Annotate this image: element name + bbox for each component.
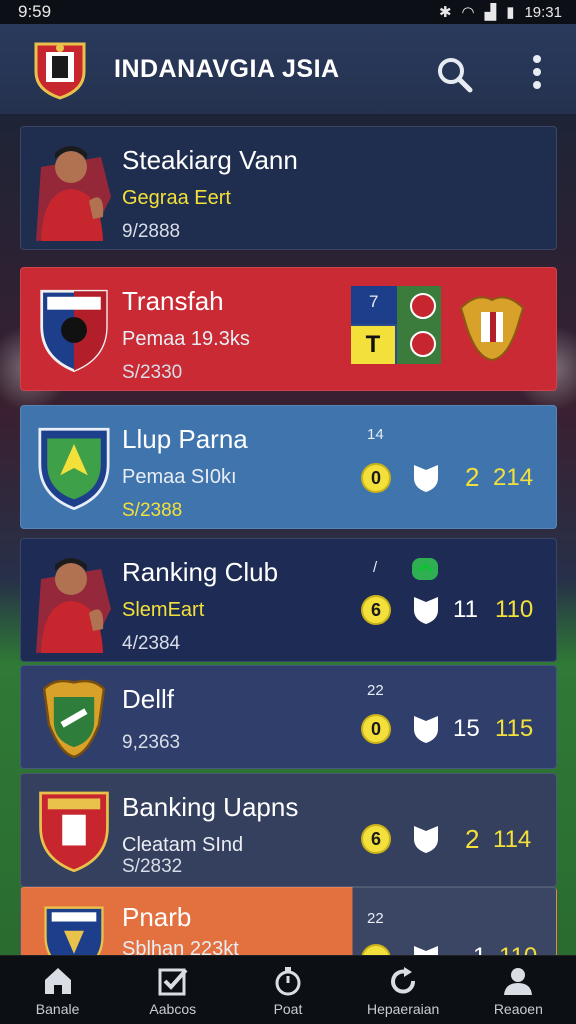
news-card-ranking[interactable]: Ranking Club SlemEart 4/2384 / 6 11 110	[20, 538, 557, 662]
bluetooth-icon: ✱	[438, 4, 452, 21]
app-bar: INDANAVGIA JSIA	[0, 24, 576, 116]
card-title: Steakiarg Vann	[122, 145, 298, 175]
profile-icon	[504, 967, 533, 995]
score-value: 15	[453, 715, 480, 742]
card-meta: S/2330	[122, 362, 183, 383]
card-subtitle: Cleatam SInd	[122, 834, 244, 856]
bottom-nav: Banale Aabcos Poat Hepaeraian Reaoen	[0, 955, 576, 1024]
battery-icon: ▮	[506, 4, 515, 21]
news-card-dellf[interactable]: Dellf 9,2363 22 0 15 115	[20, 665, 557, 769]
nav-item-profile[interactable]: Reaoen	[463, 964, 573, 1017]
nav-label: Banale	[35, 1000, 80, 1017]
nav-item-timer[interactable]: Poat	[233, 964, 343, 1017]
stopwatch-icon	[275, 966, 301, 995]
card-subtitle: SlemEart	[122, 599, 205, 621]
badge-letter: T	[351, 326, 395, 364]
card-subtitle: Pemaa 19.3ks	[122, 328, 250, 350]
green-badge-icon	[412, 558, 438, 580]
status-icons: ✱ ◠ ▟ ▮ 19:31	[438, 3, 562, 22]
card-title: Banking Uapns	[122, 792, 299, 822]
shield-icon	[414, 465, 438, 492]
card-small-label: /	[373, 559, 378, 576]
club-crest-icon	[40, 289, 108, 373]
status-bar: 9:59 ✱ ◠ ▟ ▮ 19:31	[0, 0, 576, 24]
club-badge-icon	[410, 331, 436, 357]
club-badge-icon	[410, 293, 436, 319]
score-coin: 0	[361, 463, 391, 493]
card-small-label: 14	[367, 426, 384, 443]
signal-icon: ▟	[484, 4, 497, 21]
nav-item-home[interactable]: Banale	[3, 964, 113, 1017]
badge-number: 7	[369, 292, 379, 311]
status-time-left: 9:59	[18, 2, 52, 21]
card-meta: 9,2363	[122, 732, 181, 753]
nav-label: Hepaeraian	[366, 1000, 440, 1017]
card-subtitle: Gegraa Eert	[122, 187, 231, 209]
checkbox-icon	[158, 968, 188, 995]
home-icon	[44, 967, 71, 994]
score-coin: 0	[361, 714, 391, 744]
club-crest-icon	[42, 679, 106, 759]
player-avatar	[36, 146, 111, 241]
match-flag-panel: 7 T	[351, 286, 441, 364]
score-value: 2	[465, 462, 480, 492]
score-detail: 214	[493, 464, 534, 491]
score-value: 11	[453, 596, 478, 623]
news-card-banking[interactable]: Banking Uapns Cleatam SInd S/2832 6 2 11…	[20, 773, 557, 887]
card-meta: 4/2384	[122, 633, 181, 654]
card-meta: S/2388	[122, 500, 183, 521]
shield-icon	[414, 716, 438, 743]
news-card-club[interactable]: Llup Parna Pemaa SI0kı S/2388 14 0 2 214	[20, 405, 557, 529]
card-title: Transfah	[122, 286, 224, 316]
card-title: Llup Parna	[122, 424, 248, 454]
nav-label: Aabcos	[149, 1000, 197, 1017]
nav-item-checkbox[interactable]: Aabcos	[118, 964, 228, 1017]
card-subtitle: Pemaa SI0kı	[122, 466, 237, 488]
nav-label: Poat	[273, 1000, 303, 1017]
search-icon[interactable]	[434, 54, 474, 94]
wifi-icon: ◠	[461, 4, 475, 21]
club-logo-icon[interactable]	[32, 38, 88, 100]
score-coin: 6	[361, 595, 391, 625]
club-crest-icon	[39, 791, 109, 873]
nav-item-refresh[interactable]: Hepaeraian	[348, 964, 458, 1017]
score-detail: 110	[495, 596, 534, 623]
refresh-icon	[391, 966, 416, 993]
app-title: INDANAVGIA JSIA	[114, 54, 340, 83]
more-vert-icon[interactable]	[530, 52, 544, 92]
news-card-player[interactable]: Steakiarg Vann Gegraa Eert 9/2888	[20, 126, 557, 250]
news-card-transfer[interactable]: Transfah Pemaa 19.3ks S/2330 7 T	[20, 267, 557, 391]
shield-icon	[414, 826, 438, 853]
score-detail: 115	[495, 715, 534, 742]
shield-icon	[414, 597, 438, 624]
card-small-label: 22	[367, 682, 384, 699]
card-meta: 9/2888	[122, 221, 181, 242]
card-title: Pnarb	[122, 902, 192, 932]
eagle-crest-icon	[459, 296, 525, 362]
card-meta: S/2832	[122, 856, 183, 877]
score-value: 2	[465, 824, 480, 854]
score-coin: 6	[361, 824, 391, 854]
status-time-right: 19:31	[524, 3, 562, 21]
player-avatar	[36, 558, 111, 653]
club-crest-icon	[38, 427, 110, 511]
score-detail: 114	[493, 826, 532, 853]
card-title: Ranking Club	[122, 557, 279, 587]
nav-label: Reaoen	[493, 1000, 543, 1017]
card-title: Dellf	[122, 684, 175, 714]
card-small-label: 22	[367, 910, 384, 927]
